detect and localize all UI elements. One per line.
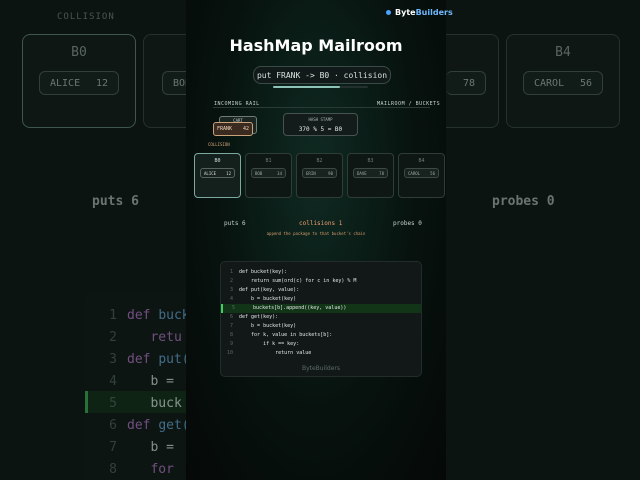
background-code-line: 1 def buck — [109, 308, 190, 323]
stat-collisions: collisions 1 — [299, 220, 343, 227]
background-bucket-b0-title: B0 — [71, 45, 87, 60]
code-line: 1 def bucket(key): — [229, 269, 288, 275]
background-code-lines: 1 def buck 2 retu 3 def put( 4 b = 5 buck … — [85, 290, 195, 480]
background-code-line: 5 buck — [109, 396, 182, 411]
bucket-b1: B1 BOB 34 — [245, 153, 292, 198]
background-entry-alice: ALICE 12 — [39, 71, 119, 95]
background-code-line: 6 def get( — [109, 418, 190, 433]
background-entry-alice-name: ALICE — [50, 77, 81, 89]
code-line-highlighted: 5 buckets[b].append((key, value)) — [221, 304, 421, 313]
background-code-line: 2 retu — [109, 330, 182, 345]
entry-name: BOB — [255, 170, 263, 176]
background-entry-carol-name: CAROL — [534, 77, 565, 89]
background-bucket-b4: B4 CAROL 56 — [506, 34, 620, 128]
bucket-name: B4 — [418, 158, 425, 164]
brand-logo: ByteBuilders — [386, 8, 453, 17]
code-line: 3 def put(key, value): — [229, 287, 300, 293]
page-title: HashMap Mailroom — [229, 36, 403, 55]
background-stat-probes: probes 0 — [492, 194, 555, 209]
hash-stamp: HASH STAMP 370 % 5 = B0 — [283, 113, 358, 136]
bucket-entry: ALICE 12 — [200, 168, 235, 178]
package-name: FRANK — [217, 126, 233, 132]
bucket-entry: CAROL 56 — [404, 168, 439, 178]
status-pill: put FRANK -> B0 · collision — [253, 66, 391, 84]
code-line: 7 b = bucket(key) — [229, 323, 297, 329]
entry-value: 78 — [379, 170, 384, 176]
collision-tag: COLLISION — [208, 142, 230, 147]
background-entry-alice-value: 12 — [95, 77, 108, 89]
hash-stamp-title: HASH STAMP — [308, 117, 333, 122]
stat-probes: probes 0 — [393, 220, 422, 227]
rail-divider — [213, 107, 430, 108]
code-panel: 1 def bucket(key): 2 return sum(ord(c) fo… — [220, 261, 422, 377]
background-entry-78-value: 78 — [462, 77, 475, 89]
stat-puts: puts 6 — [224, 220, 246, 227]
entry-value: 56 — [430, 170, 435, 176]
code-footer-brand: ByteBuilders — [301, 365, 341, 372]
bucket-name: B0 — [214, 158, 221, 164]
bucket-b2: B2 ERIN 90 — [296, 153, 343, 198]
bucket-name: B3 — [367, 158, 374, 164]
background-bucket-b0: B0 ALICE 12 — [22, 34, 136, 128]
brand-prefix: Byte — [395, 8, 416, 17]
background-code-line: 3 def put( — [109, 352, 190, 367]
background-stat-puts: puts 6 — [92, 194, 139, 209]
background-bucket-b4-title: B4 — [555, 45, 571, 60]
code-line: 4 b = bucket(key) — [229, 296, 297, 302]
entry-name: DAVE — [357, 170, 367, 176]
background-collision-label: COLLISION — [57, 12, 115, 22]
entry-name: ALICE — [204, 170, 217, 176]
background-code-line: 4 b = — [109, 374, 174, 389]
entry-name: ERIN — [306, 170, 316, 176]
entry-name: CAROL — [408, 170, 421, 176]
bucket-entry: DAVE 78 — [353, 168, 388, 178]
background-code-line: 8 for — [109, 462, 174, 477]
entry-value: 12 — [226, 170, 231, 176]
background-code-line: 7 b = — [109, 440, 174, 455]
background-bucket-b3: 78 — [446, 34, 499, 128]
package-card: FRANK 42 — [213, 122, 253, 136]
progress-fill — [273, 86, 340, 88]
package-value: 42 — [242, 126, 249, 132]
entry-value: 90 — [328, 170, 333, 176]
background-entry-carol-value: 56 — [579, 77, 592, 89]
background-entry-carol: CAROL 56 — [523, 71, 603, 95]
background-entry-78: 78 — [446, 71, 486, 95]
bucket-name: B2 — [316, 158, 323, 164]
code-line: 8 for k, value in buckets[b]: — [229, 332, 333, 338]
code-line: 6 def get(key): — [229, 314, 279, 320]
hint-text: append the package to that bucket's chai… — [266, 231, 366, 236]
bucket-entry: ERIN 90 — [302, 168, 337, 178]
brand-dot-icon — [386, 10, 391, 15]
bucket-entry: BOB 34 — [251, 168, 286, 178]
code-line: 10 return value — [226, 350, 312, 356]
code-line: 9 if k == key: — [229, 341, 300, 347]
bucket-b4: B4 CAROL 56 — [398, 153, 445, 198]
hash-stamp-expression: 370 % 5 = B0 — [298, 126, 343, 133]
bucket-b3: B3 DAVE 78 — [347, 153, 394, 198]
brand-suffix: Builders — [415, 8, 453, 17]
progress-bar — [273, 86, 368, 88]
code-line: 2 return sum(ord(c) for c in key) % M — [229, 278, 357, 284]
background-bucket-b1: BOB — [143, 34, 202, 128]
bucket-name: B1 — [265, 158, 272, 164]
entry-value: 34 — [277, 170, 282, 176]
bucket-b0: B0 ALICE 12 — [194, 153, 241, 198]
